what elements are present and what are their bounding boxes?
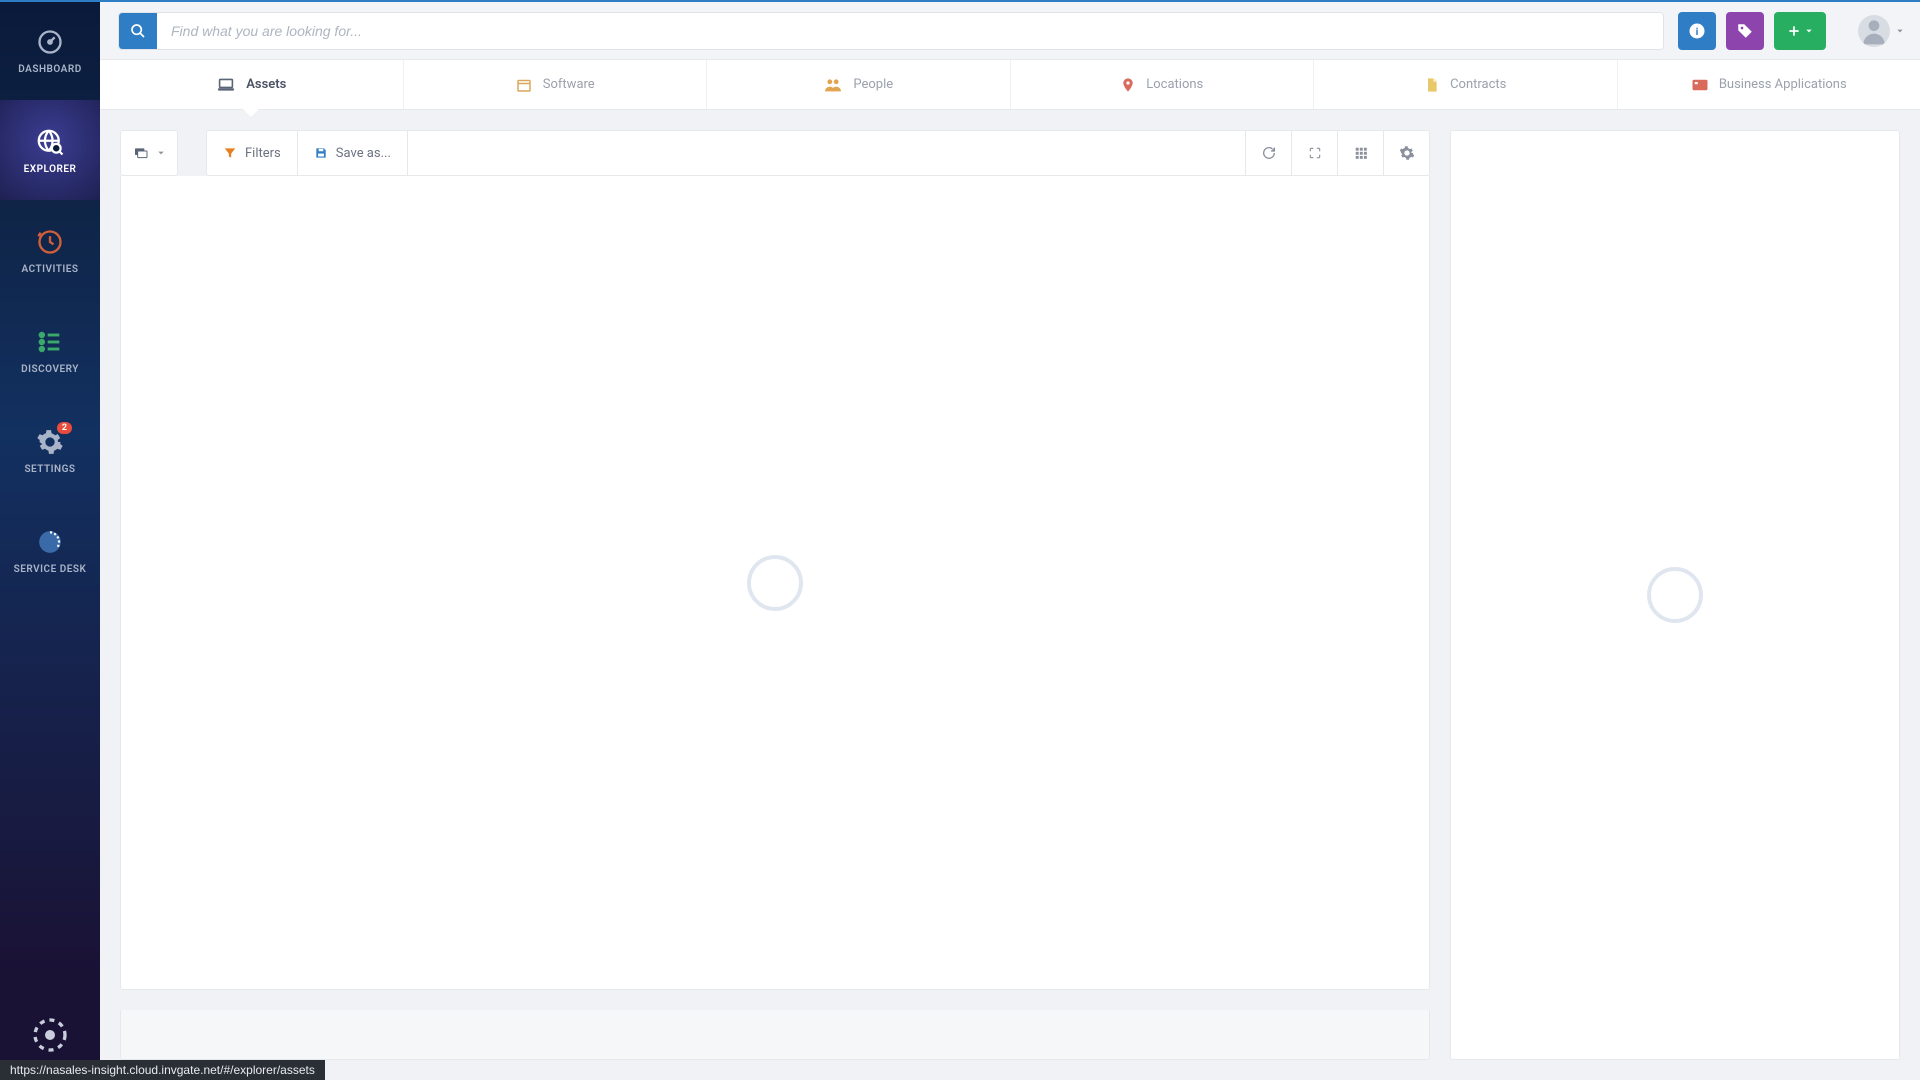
content-footer <box>120 1010 1430 1060</box>
save-as-label: Save as... <box>336 146 391 161</box>
tag-icon <box>1736 22 1754 40</box>
toolbar: Filters Save as... <box>206 130 1430 176</box>
plus-icon <box>1787 24 1801 38</box>
status-bar: https://nasales-insight.cloud.invgate.ne… <box>0 1060 325 1080</box>
expand-icon <box>1308 146 1322 160</box>
chevron-down-icon <box>1896 27 1904 35</box>
search-group <box>118 12 1664 50</box>
search-input[interactable] <box>157 13 1663 49</box>
tab-label: Contracts <box>1450 77 1506 92</box>
sidebar-item-dashboard[interactable]: DASHBOARD <box>0 0 100 100</box>
globe-search-icon <box>34 126 66 158</box>
tag-button[interactable] <box>1726 12 1764 50</box>
app-icon <box>1691 78 1709 92</box>
filters-button[interactable]: Filters <box>207 131 298 175</box>
settings-badge: 2 <box>57 422 72 434</box>
grid-icon <box>1354 146 1368 160</box>
laptop-icon <box>216 77 236 93</box>
add-button[interactable] <box>1774 12 1826 50</box>
action-buttons: i <box>1678 12 1826 50</box>
status-url: https://nasales-insight.cloud.invgate.ne… <box>10 1063 315 1077</box>
sidebar: DASHBOARD EXPLORER ACTIVITIES <box>0 0 100 1080</box>
tab-label: Business Applications <box>1719 77 1847 92</box>
tab-contracts[interactable]: Contracts <box>1314 60 1618 109</box>
tab-label: People <box>853 77 893 92</box>
sidebar-item-label: EXPLORER <box>24 164 77 175</box>
settings-button[interactable] <box>1383 131 1429 175</box>
sidebar-item-discovery[interactable]: DISCOVERY <box>0 300 100 400</box>
chevron-down-icon <box>157 149 165 157</box>
sidebar-item-service-desk[interactable]: SERVICE DESK <box>0 500 100 600</box>
tab-label: Software <box>543 77 595 92</box>
sidebar-item-label: ACTIVITIES <box>21 264 78 275</box>
pin-icon <box>1120 76 1136 94</box>
loading-spinner <box>747 555 803 611</box>
sidebar-item-settings[interactable]: 2 SETTINGS <box>0 400 100 500</box>
chevron-down-icon <box>1805 27 1813 35</box>
search-button[interactable] <box>119 13 157 49</box>
svg-text:i: i <box>1696 24 1699 37</box>
grid-view-button[interactable] <box>1337 131 1383 175</box>
save-as-button[interactable]: Save as... <box>298 131 408 175</box>
tab-people[interactable]: People <box>707 60 1011 109</box>
clock-icon <box>34 226 66 258</box>
ticket-icon <box>34 526 66 558</box>
info-icon: i <box>1688 22 1706 40</box>
refresh-icon <box>1261 145 1277 161</box>
toolbar-left: Filters Save as... <box>207 131 408 175</box>
subnav: Assets Software People <box>100 60 1920 110</box>
people-icon <box>823 77 843 93</box>
filters-label: Filters <box>245 146 281 161</box>
side-panel <box>1450 130 1900 1060</box>
tab-assets[interactable]: Assets <box>100 60 404 109</box>
refresh-button[interactable] <box>1245 131 1291 175</box>
stack-icon <box>133 146 149 160</box>
topbar: i <box>100 2 1920 60</box>
document-icon <box>1424 76 1440 94</box>
tab-locations[interactable]: Locations <box>1011 60 1315 109</box>
tab-label: Assets <box>246 77 286 92</box>
search-icon <box>130 23 146 39</box>
expand-button[interactable] <box>1291 131 1337 175</box>
box-icon <box>515 76 533 94</box>
toolbar-right <box>1245 131 1429 175</box>
filter-icon <box>223 146 237 160</box>
gauge-icon <box>34 26 66 58</box>
sidebar-item-activities[interactable]: ACTIVITIES <box>0 200 100 300</box>
save-icon <box>314 146 328 160</box>
tab-business-applications[interactable]: Business Applications <box>1618 60 1920 109</box>
main-area: i <box>100 2 1920 1080</box>
info-button[interactable]: i <box>1678 12 1716 50</box>
tab-software[interactable]: Software <box>404 60 708 109</box>
avatar <box>1858 15 1890 47</box>
content-body <box>120 176 1430 990</box>
main-panel: Filters Save as... <box>120 130 1430 1060</box>
list-icon <box>34 326 66 358</box>
sidebar-item-explorer[interactable]: EXPLORER <box>0 100 100 200</box>
content-area: Filters Save as... <box>100 110 1920 1080</box>
user-menu[interactable] <box>1858 15 1904 47</box>
sidebar-item-label: DISCOVERY <box>21 364 79 375</box>
gear-icon <box>1399 145 1415 161</box>
loading-spinner <box>1647 567 1703 623</box>
top-accent-bar <box>0 0 1920 2</box>
collection-dropdown[interactable] <box>120 130 178 176</box>
sidebar-item-label: SETTINGS <box>24 464 75 475</box>
sidebar-item-label: DASHBOARD <box>18 64 81 75</box>
tab-label: Locations <box>1146 77 1203 92</box>
sidebar-item-label: SERVICE DESK <box>14 564 87 575</box>
